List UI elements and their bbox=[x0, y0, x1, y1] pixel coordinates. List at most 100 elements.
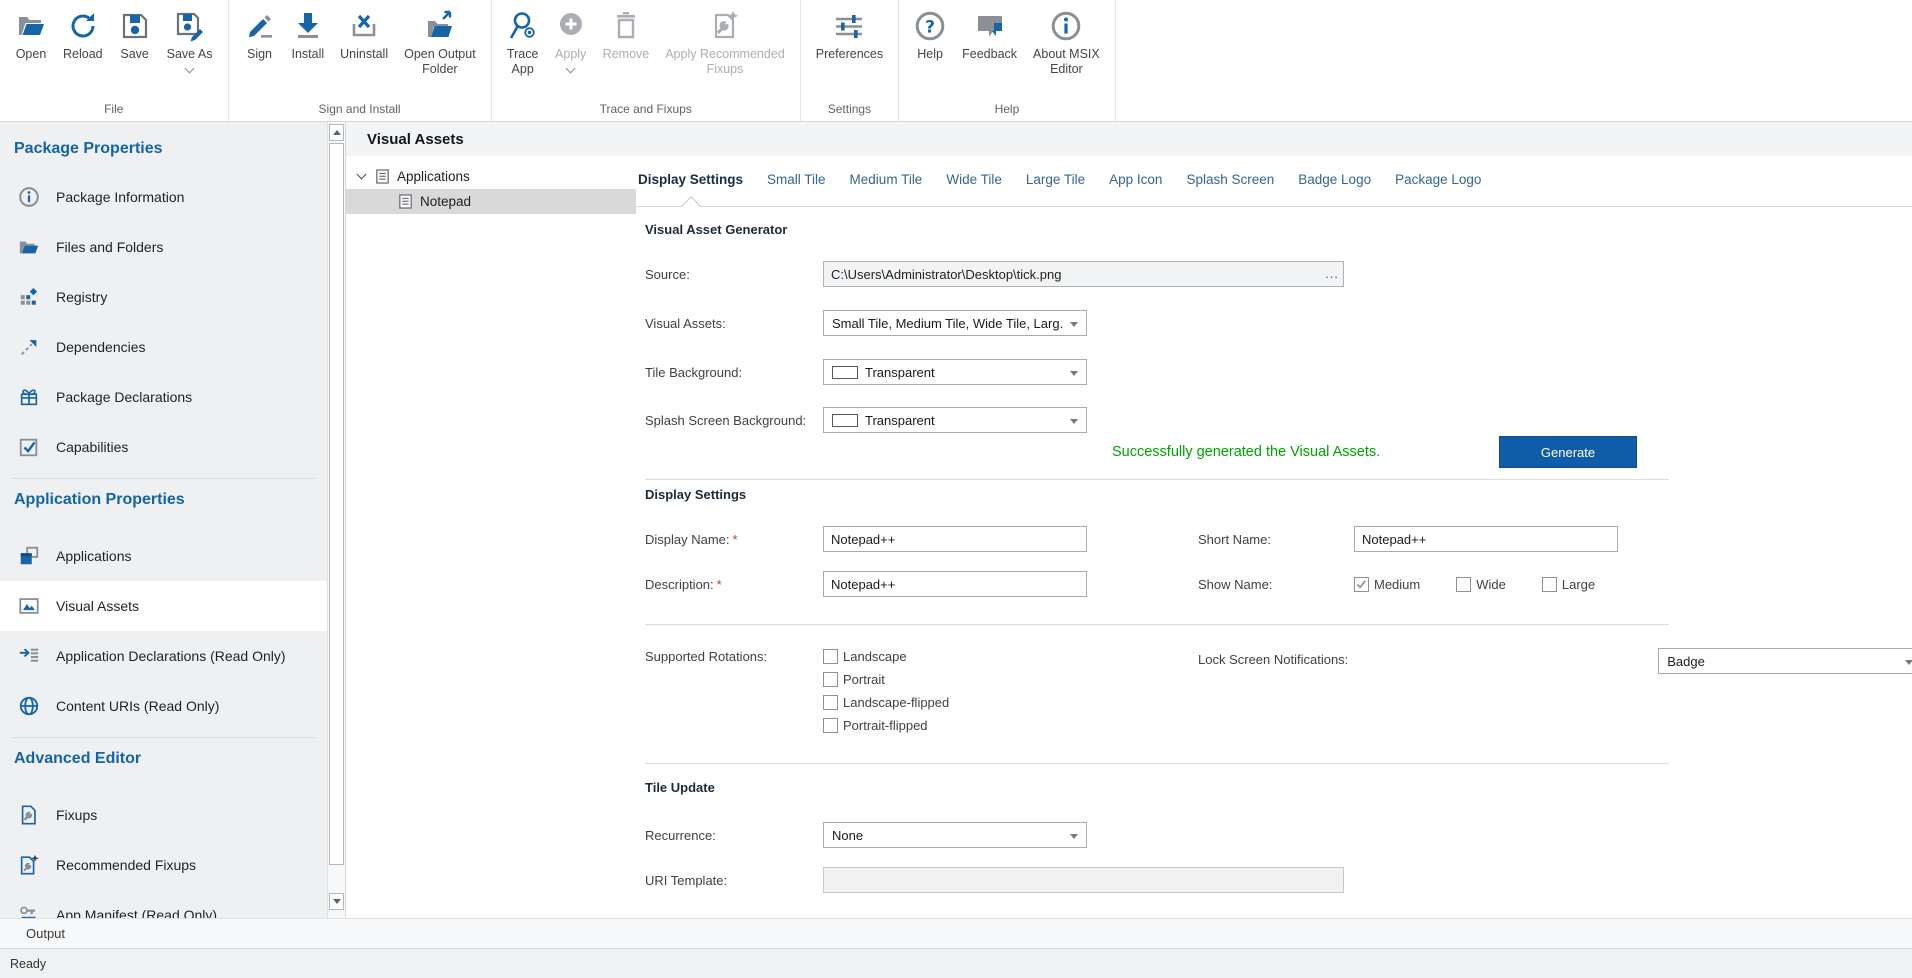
checkbox-medium[interactable] bbox=[1354, 577, 1369, 592]
scroll-up-button[interactable] bbox=[329, 124, 344, 141]
checkbox-large[interactable] bbox=[1542, 577, 1557, 592]
rotation-option-portrait[interactable]: Portrait bbox=[823, 672, 949, 687]
uri-template-input[interactable] bbox=[823, 867, 1344, 893]
sidebar-item-applications[interactable]: Applications bbox=[0, 531, 327, 581]
toolbar-group-sign-and-install: SignInstall Uninstall Open Output Folder Si… bbox=[229, 0, 492, 121]
checkbox-landscape[interactable] bbox=[823, 649, 838, 664]
toolbar-button-save-as[interactable]: Save As bbox=[159, 0, 221, 72]
generate-button[interactable]: Generate bbox=[1499, 436, 1637, 468]
show-name-option-wide[interactable]: Wide bbox=[1456, 577, 1506, 592]
recurrence-select[interactable]: None bbox=[823, 822, 1087, 848]
sidebar-item-dependencies[interactable]: Dependencies bbox=[0, 322, 327, 372]
toolbar-button-open-output-folder[interactable]: Open Output Folder bbox=[396, 0, 484, 77]
toolbar-button-feedback[interactable]: Feedback bbox=[954, 0, 1025, 62]
checkbox-portrait-flipped[interactable] bbox=[823, 718, 838, 733]
short-name-input[interactable] bbox=[1354, 526, 1618, 552]
toolbar-group-settings: Preferences Settings bbox=[801, 0, 899, 121]
show-name-option-medium[interactable]: Medium bbox=[1354, 577, 1420, 592]
browse-button[interactable]: ... bbox=[1321, 269, 1343, 279]
toolbar-button-apply-recommended-fixups[interactable]: Apply Recommended Fixups bbox=[657, 0, 793, 77]
tab-package-logo[interactable]: Package Logo bbox=[1395, 172, 1481, 189]
toolbar-button-trace-app[interactable]: Trace App bbox=[499, 0, 547, 77]
tab-app-icon[interactable]: App Icon bbox=[1109, 172, 1162, 189]
checkbox-portrait[interactable] bbox=[823, 672, 838, 687]
toolbar-group-help: ? HelpFeedbackAbout MSIX Editor Help bbox=[899, 0, 1116, 121]
rotation-option-landscape-flipped[interactable]: Landscape-flipped bbox=[823, 695, 949, 710]
checkbox-label: Portrait bbox=[843, 672, 885, 687]
sliders-icon bbox=[833, 8, 865, 44]
toolbar-button-sign[interactable]: Sign bbox=[236, 0, 284, 62]
toolbar-button-apply[interactable]: Apply bbox=[547, 0, 595, 72]
toolbar-button-install[interactable]: Install bbox=[284, 0, 333, 62]
tab-large-tile[interactable]: Large Tile bbox=[1026, 172, 1085, 189]
splash-background-label: Splash Screen Background: bbox=[645, 413, 823, 428]
source-row: Source: ... bbox=[645, 261, 1912, 287]
scrollbar-thumb[interactable] bbox=[329, 143, 344, 865]
sidebar-item-content-uris-read-only[interactable]: Content URIs (Read Only) bbox=[0, 681, 327, 731]
sidebar-item-capabilities[interactable]: Capabilities bbox=[0, 422, 327, 472]
sidebar-item-application-declarations-read-only[interactable]: Application Declarations (Read Only) bbox=[0, 631, 327, 681]
chevron-down-icon bbox=[1070, 834, 1078, 839]
svg-text:?: ? bbox=[925, 18, 935, 38]
toolbar-group-label: Settings bbox=[808, 100, 891, 121]
registry-grid-icon bbox=[18, 286, 42, 308]
toolbar-button-remove[interactable]: Remove bbox=[595, 0, 658, 62]
toolbar-button-about-msix-editor[interactable]: About MSIX Editor bbox=[1025, 0, 1108, 77]
tab-badge-logo[interactable]: Badge Logo bbox=[1298, 172, 1371, 189]
source-field[interactable]: ... bbox=[823, 261, 1344, 287]
toolbar-button-uninstall[interactable]: Uninstall bbox=[332, 0, 396, 62]
sidebar-item-recommended-fixups[interactable]: Recommended Fixups bbox=[0, 840, 327, 890]
description-input[interactable] bbox=[823, 571, 1087, 597]
fixup-doc-star-icon bbox=[709, 8, 741, 44]
color-swatch bbox=[832, 414, 858, 427]
sidebar-item-visual-assets[interactable]: Visual Assets bbox=[0, 581, 327, 631]
toolbar-button-open[interactable]: Open bbox=[7, 0, 55, 62]
required-marker: * bbox=[717, 577, 722, 592]
lock-screen-select[interactable]: Badge bbox=[1658, 648, 1912, 674]
output-bar[interactable]: Output bbox=[0, 918, 1912, 948]
sidebar-item-label: Fixups bbox=[56, 807, 97, 823]
toolbar-button-reload[interactable]: Reload bbox=[55, 0, 111, 62]
splash-background-select[interactable]: Transparent bbox=[823, 407, 1087, 433]
tab-splash-screen[interactable]: Splash Screen bbox=[1186, 172, 1274, 189]
tree-item-applications[interactable]: Applications bbox=[346, 164, 636, 189]
apply-plus-icon bbox=[555, 8, 587, 44]
triangle-up-icon bbox=[333, 130, 341, 135]
tab-small-tile[interactable]: Small Tile bbox=[767, 172, 826, 189]
sidebar-item-label: Capabilities bbox=[56, 439, 128, 455]
rotation-option-landscape[interactable]: Landscape bbox=[823, 649, 949, 664]
sidebar-item-app-manifest-read-only[interactable]: App Manifest (Read Only) bbox=[0, 890, 327, 918]
sidebar-item-package-information[interactable]: Package Information bbox=[0, 172, 327, 222]
toolbar-button-label: Help bbox=[917, 47, 943, 62]
visual-assets-label: Visual Assets: bbox=[645, 316, 823, 331]
visual-assets-select[interactable]: Small Tile, Medium Tile, Wide Tile, Larg… bbox=[823, 310, 1087, 336]
sidebar-item-fixups[interactable]: Fixups bbox=[0, 790, 327, 840]
tab-medium-tile[interactable]: Medium Tile bbox=[850, 172, 923, 189]
tree-item-notepad[interactable]: Notepad bbox=[346, 189, 636, 214]
open-folder-icon bbox=[15, 8, 47, 44]
scroll-down-button[interactable] bbox=[329, 893, 344, 910]
source-input[interactable] bbox=[824, 267, 1321, 282]
sidebar-item-files-and-folders[interactable]: Files and Folders bbox=[0, 222, 327, 272]
toolbar-button-label: Uninstall bbox=[340, 47, 388, 62]
toolbar-group-label: File bbox=[7, 100, 221, 121]
sidebar-item-registry[interactable]: Registry bbox=[0, 272, 327, 322]
display-name-input[interactable] bbox=[823, 526, 1087, 552]
checkbox-label: Medium bbox=[1374, 577, 1420, 592]
tab-display-settings[interactable]: Display Settings bbox=[638, 172, 743, 189]
chevron-down-icon bbox=[1905, 660, 1912, 665]
toolbar-group-label: Sign and Install bbox=[236, 100, 484, 121]
tile-background-select[interactable]: Transparent bbox=[823, 359, 1087, 385]
sidebar-scrollbar[interactable] bbox=[327, 122, 346, 918]
checkbox-landscape-flipped[interactable] bbox=[823, 695, 838, 710]
toolbar-button-help[interactable]: ? Help bbox=[906, 0, 954, 62]
sidebar-item-package-declarations[interactable]: Package Declarations bbox=[0, 372, 327, 422]
rotation-option-portrait-flipped[interactable]: Portrait-flipped bbox=[823, 718, 949, 733]
uri-template-row: URI Template: bbox=[645, 867, 1912, 893]
toolbar-button-label: Open bbox=[16, 47, 47, 62]
tab-wide-tile[interactable]: Wide Tile bbox=[946, 172, 1002, 189]
toolbar-button-preferences[interactable]: Preferences bbox=[808, 0, 891, 62]
checkbox-wide[interactable] bbox=[1456, 577, 1471, 592]
toolbar-button-save[interactable]: Save bbox=[111, 0, 159, 62]
show-name-option-large[interactable]: Large bbox=[1542, 577, 1595, 592]
